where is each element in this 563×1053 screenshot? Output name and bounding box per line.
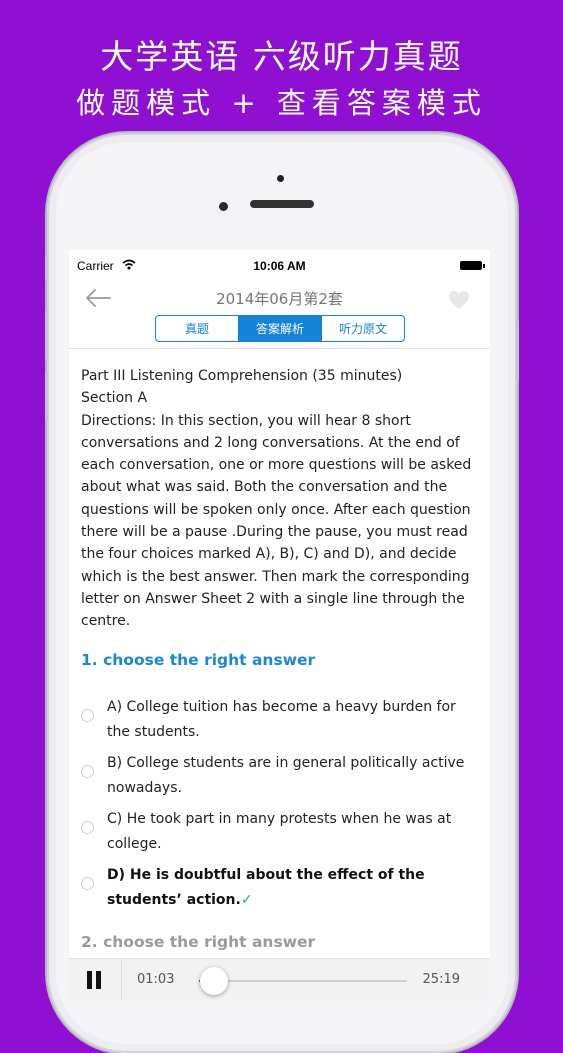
radio-icon[interactable] <box>81 821 94 834</box>
tab-answer-analysis[interactable]: 答案解析 <box>238 316 321 341</box>
option-c-text: C) He took part in many protests when he… <box>107 811 452 852</box>
promo-title: 大学英语 六级听力真题 <box>100 37 463 76</box>
mode-tabs: 真题 答案解析 听力原文 <box>155 315 405 342</box>
earpiece-speaker <box>250 200 314 208</box>
status-bar: Carrier 10:06 AM <box>69 250 490 278</box>
navigation-bar: 2014年06月第2套 真题 答案解析 听力原文 <box>69 278 490 349</box>
status-time: 10:06 AM <box>253 259 306 273</box>
option-b-text: B) College students are in general polit… <box>107 755 465 796</box>
power-button <box>516 320 519 382</box>
radio-icon[interactable] <box>81 765 94 778</box>
page-title: 2014年06月第2套 <box>216 290 343 308</box>
player-divider <box>121 959 122 1000</box>
promo-subtitle: 做题模式 + 查看答案模式 <box>76 86 487 120</box>
front-camera <box>219 202 228 211</box>
passage: Part III Listening Comprehension (35 min… <box>81 365 481 633</box>
heart-icon[interactable] <box>448 290 470 310</box>
question-1-title: 1. choose the right answer <box>81 651 316 669</box>
progress-slider-knob[interactable] <box>199 967 228 995</box>
option-a-text: A) College tuition has become a heavy bu… <box>107 699 456 740</box>
pause-icon[interactable] <box>84 971 104 991</box>
option-d-text: D) He is doubtful about the effect of th… <box>107 863 479 913</box>
total-time: 25:19 <box>422 972 460 987</box>
progress-track[interactable] <box>199 980 407 982</box>
volume-down-button <box>45 372 48 422</box>
app-screen: Carrier 10:06 AM 2014年06月第2套 真题 答案解析 听力原… <box>69 250 490 1000</box>
part-heading: Part III Listening Comprehension (35 min… <box>81 368 403 384</box>
volume-up-button <box>45 310 48 360</box>
question-2-title: 2. choose the right answer <box>81 933 316 951</box>
section-heading: Section A <box>81 390 148 407</box>
current-time: 01:03 <box>137 972 175 987</box>
tab-questions[interactable]: 真题 <box>156 316 238 341</box>
battery-icon <box>460 261 485 270</box>
check-icon: ✓ <box>240 892 253 908</box>
mute-switch <box>45 255 48 281</box>
proximity-sensor <box>277 175 284 182</box>
radio-icon[interactable] <box>81 709 94 722</box>
audio-player: 01:03 25:19 <box>69 958 490 1000</box>
tab-transcript[interactable]: 听力原文 <box>321 316 404 341</box>
option-d-label: D) He is doubtful about the effect of th… <box>107 867 425 908</box>
directions-text: Directions: In this section, you will he… <box>81 412 472 630</box>
radio-icon[interactable] <box>81 877 94 890</box>
